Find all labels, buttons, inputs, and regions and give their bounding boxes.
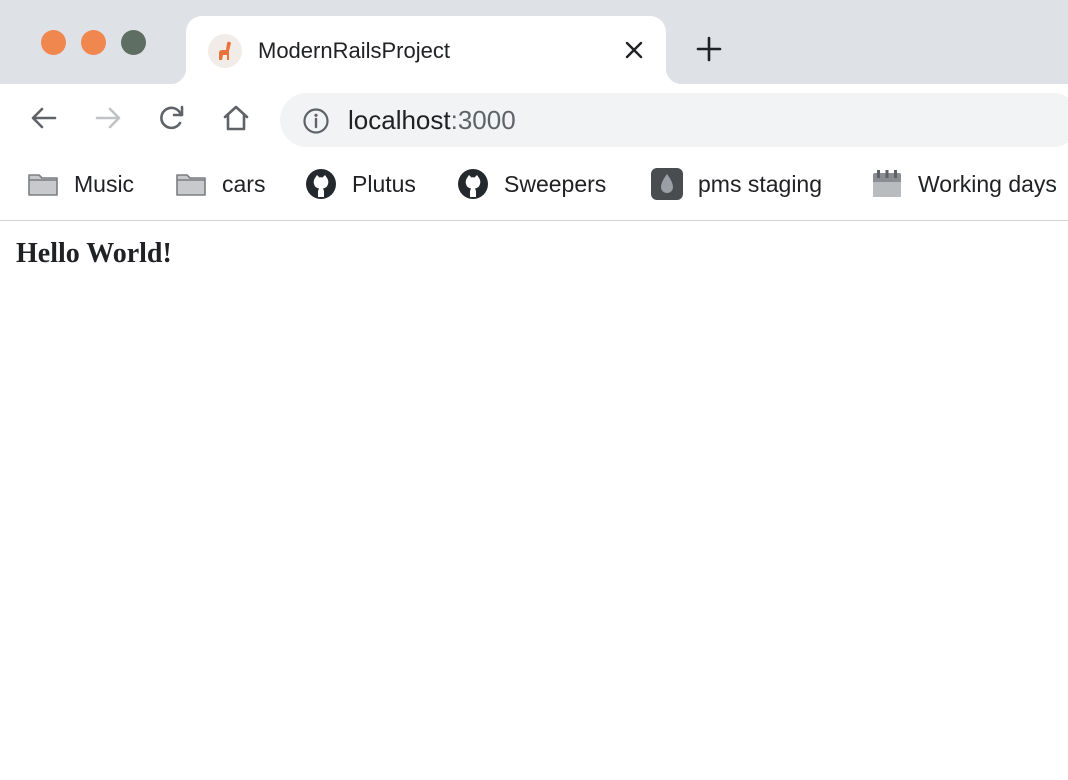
address-bar[interactable]: localhost:3000 [280,93,1068,147]
bookmark-label: Music [74,170,135,197]
arrow-left-icon [31,107,57,129]
bookmark-label: Sweepers [504,170,607,197]
bookmark-label: pms staging [698,170,823,197]
home-icon [223,105,249,131]
reload-button[interactable] [156,102,188,134]
info-icon[interactable] [302,107,330,135]
tab-strip: ModernRailsProject [0,0,1068,84]
bookmarks-bar: Music cars Plutus Sweepers pms staging W… [0,156,1068,221]
bookmark-sweepers[interactable]: Sweepers [456,166,606,202]
bookmark-label: Working days [918,170,1057,197]
address-host: localhost [348,105,451,135]
drop-icon [651,168,683,200]
bookmark-label: cars [222,170,266,197]
reload-icon [160,105,184,130]
new-tab-button[interactable] [694,34,724,64]
bookmark-label: Plutus [352,170,416,197]
folder-icon [28,174,58,196]
bookmark-pms-staging[interactable]: pms staging [650,166,822,202]
folder-icon [176,174,206,196]
bookmark-plutus[interactable]: Plutus [304,166,416,202]
address-port: :3000 [450,105,516,135]
calendar-icon [873,170,901,197]
close-icon[interactable] [620,36,648,64]
tab-title: ModernRailsProject [258,38,450,63]
forward-button[interactable] [92,102,124,134]
window-maximize-button[interactable] [121,30,146,55]
bookmark-music[interactable]: Music [26,166,134,202]
arrow-right-icon [95,107,121,129]
address-text: localhost:3000 [348,105,516,136]
github-icon [306,169,336,199]
window-close-button[interactable] [41,30,66,55]
window-minimize-button[interactable] [81,30,106,55]
bookmark-cars[interactable]: cars [174,166,265,202]
plus-icon [696,36,722,62]
toolbar: localhost:3000 [0,84,1068,156]
rails-logo-icon [208,34,242,68]
tab-active[interactable]: ModernRailsProject [170,16,682,84]
github-icon [458,169,488,199]
page-heading: Hello World! [16,238,172,269]
back-button[interactable] [28,102,60,134]
home-button[interactable] [220,102,252,134]
bookmark-working-days[interactable]: Working days [870,166,1057,202]
